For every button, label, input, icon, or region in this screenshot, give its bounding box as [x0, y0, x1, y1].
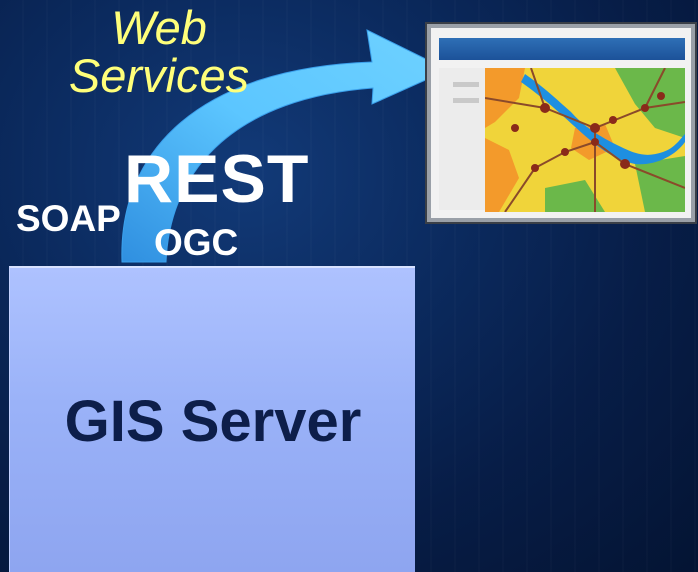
web-services-label: Web Services: [44, 4, 274, 100]
gis-server-label: GIS Server: [64, 389, 362, 454]
map-graphic: [485, 68, 685, 212]
rest-label: REST: [124, 141, 310, 217]
map-window-icon: [427, 24, 695, 222]
soap-label: SOAP: [16, 198, 121, 239]
map-window-sidebar: [439, 68, 485, 210]
gis-server-box: GIS Server: [9, 266, 415, 572]
web-services-line-2: Services: [68, 49, 250, 102]
web-services-line-1: Web: [111, 1, 207, 54]
ogc-label: OGC: [154, 222, 239, 263]
map-window-titlebar: [439, 38, 685, 60]
